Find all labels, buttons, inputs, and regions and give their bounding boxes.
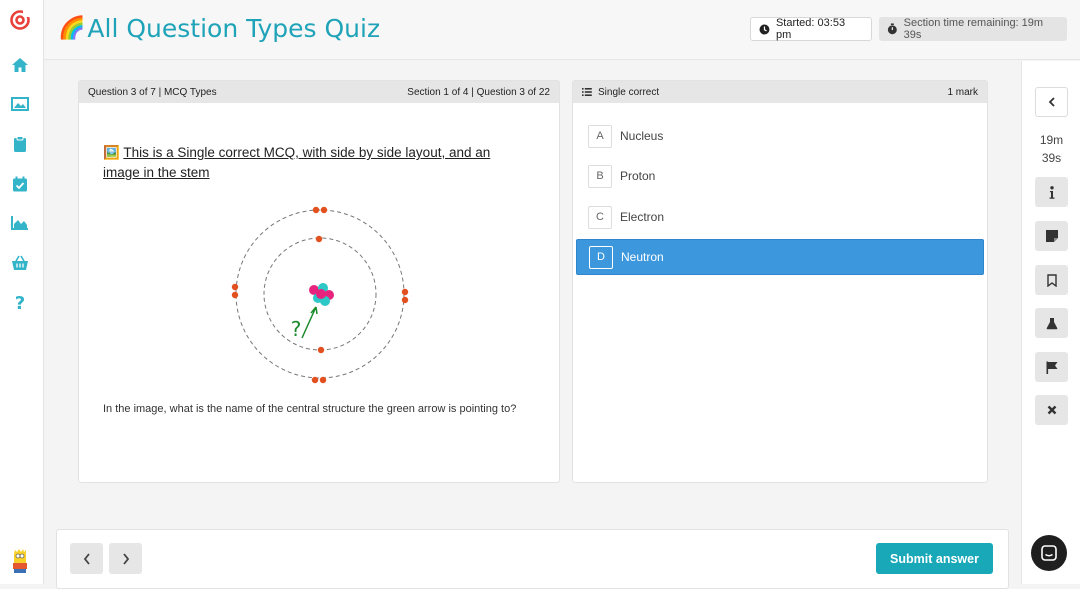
option-d[interactable]: D Neutron	[576, 239, 984, 275]
section-counter: Section 1 of 4 | Question 3 of 22	[407, 86, 550, 98]
clock-icon	[759, 24, 770, 34]
top-bar: 🌈 All Question Types Quiz Started: 03:53…	[44, 0, 1080, 60]
clipboard-icon[interactable]	[9, 133, 31, 155]
chevron-right-icon	[122, 552, 129, 565]
close-icon	[1047, 405, 1056, 415]
option-c[interactable]: C Electron	[576, 199, 984, 235]
flask-icon	[1046, 317, 1057, 329]
home-icon[interactable]	[9, 54, 31, 76]
left-nav: ?	[0, 0, 44, 584]
chat-icon	[1041, 545, 1057, 561]
logo-icon[interactable]	[9, 9, 31, 31]
bookmark-icon	[1046, 273, 1057, 287]
stopwatch-icon	[887, 23, 897, 35]
option-letter: C	[588, 205, 612, 229]
notes-button[interactable]	[1035, 221, 1068, 251]
option-letter: D	[589, 245, 613, 269]
flag-icon	[1046, 361, 1057, 374]
list-icon	[582, 88, 592, 96]
atom-diagram: ?	[229, 201, 415, 392]
question-title-text: This is a Single correct MCQ, with side …	[103, 145, 491, 180]
option-b[interactable]: B Proton	[576, 158, 984, 194]
svg-text:?: ?	[15, 293, 25, 311]
basket-icon[interactable]	[9, 252, 31, 274]
next-question-button[interactable]	[109, 543, 142, 574]
previous-question-button[interactable]	[70, 543, 103, 574]
option-label: Nucleus	[620, 129, 664, 143]
rail-timer-minutes: 19m	[1039, 133, 1064, 147]
option-letter: B	[588, 164, 612, 188]
submit-answer-button[interactable]: Submit answer	[876, 543, 993, 574]
question-panel-header: Question 3 of 7 | MCQ Types Section 1 of…	[79, 81, 559, 103]
picture-icon: 🖼️	[103, 145, 120, 160]
question-counter: Question 3 of 7 | MCQ Types	[88, 86, 217, 98]
section-timer-text: Section time remaining: 19m 39s	[903, 17, 1044, 41]
info-button[interactable]	[1035, 177, 1068, 207]
chevron-left-icon	[1048, 97, 1055, 107]
right-rail: 19m 39s	[1021, 61, 1080, 584]
note-icon	[1045, 230, 1058, 242]
rainbow-icon: 🌈	[58, 16, 86, 41]
figure-question-mark: ?	[291, 317, 302, 341]
page-title: 🌈 All Question Types Quiz	[58, 14, 380, 43]
marks-label: 1 mark	[947, 86, 978, 98]
help-icon[interactable]: ?	[9, 291, 31, 313]
calendar-check-icon[interactable]	[9, 173, 31, 195]
rail-timer-seconds: 39s	[1041, 151, 1062, 165]
option-a[interactable]: A Nucleus	[576, 118, 984, 154]
chat-button[interactable]	[1031, 535, 1067, 571]
option-letter: A	[588, 124, 612, 148]
answer-panel-header: Single correct 1 mark	[573, 81, 987, 103]
pointer-arrow	[301, 306, 317, 339]
info-icon	[1049, 185, 1054, 199]
question-type-label: Single correct	[598, 86, 660, 98]
flag-button[interactable]	[1035, 352, 1068, 382]
question-title: 🖼️ This is a Single correct MCQ, with si…	[103, 143, 523, 183]
user-avatar-icon[interactable]	[9, 549, 31, 573]
section-timer-badge: Section time remaining: 19m 39s	[879, 17, 1067, 41]
chevron-left-icon	[83, 552, 90, 565]
question-body: In the image, what is the name of the ce…	[103, 403, 517, 415]
area-chart-icon[interactable]	[9, 212, 31, 234]
gallery-icon[interactable]	[9, 93, 31, 115]
page-title-text: All Question Types Quiz	[87, 14, 381, 43]
started-time-badge: Started: 03:53 pm	[750, 17, 872, 41]
collapse-button[interactable]	[1035, 87, 1068, 117]
calculator-flask-button[interactable]	[1035, 308, 1068, 338]
close-button[interactable]	[1035, 395, 1068, 425]
nucleus	[309, 283, 334, 306]
started-time-text: Started: 03:53 pm	[775, 17, 846, 41]
answer-panel: Single correct 1 mark A Nucleus B Proton…	[572, 80, 988, 483]
bookmark-button[interactable]	[1035, 265, 1068, 295]
option-label: Proton	[620, 169, 656, 183]
option-label: Electron	[620, 210, 665, 224]
rail-timer: 19m 39s	[1022, 131, 1080, 167]
footer-bar: Submit answer	[56, 529, 1009, 589]
question-panel: Question 3 of 7 | MCQ Types Section 1 of…	[78, 80, 560, 483]
option-label: Neutron	[621, 250, 664, 264]
